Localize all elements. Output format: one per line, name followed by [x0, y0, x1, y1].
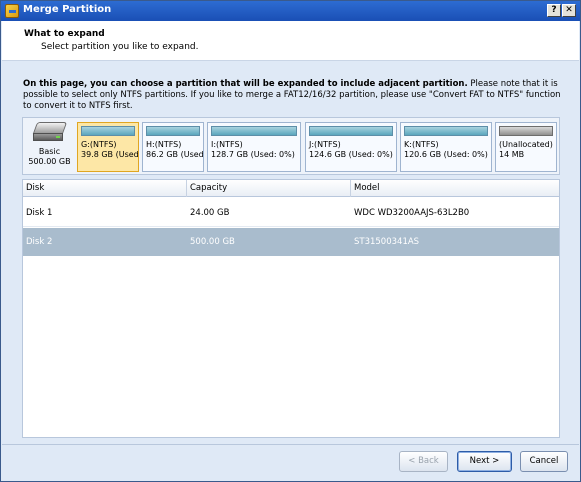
table-header: Disk Capacity Model — [23, 180, 559, 197]
hard-disk-icon — [32, 122, 67, 144]
partition-usage-bar — [81, 126, 135, 136]
next-button[interactable]: Next > — [457, 451, 512, 472]
partition-info: 128.7 GB (Used: 0%) — [211, 150, 295, 159]
partition-info: 39.8 GB (Used — [81, 150, 139, 159]
model-cell: WDC WD3200AAJS-63L2B0 — [354, 208, 470, 218]
partition-usage-bar — [309, 126, 393, 136]
disk-type-label: Basic — [38, 147, 61, 156]
disk-map: Basic 500.00 GB G:(NTFS) 39.8 GB (Used H… — [22, 117, 560, 175]
help-button[interactable]: ? — [547, 4, 561, 17]
merge-partition-window: Merge Partition ? ✕ What to expand Selec… — [0, 0, 581, 482]
column-header-model[interactable]: Model — [351, 180, 559, 197]
disk-basic[interactable]: Basic 500.00 GB — [26, 122, 73, 172]
description-bold: On this page, you can choose a partition… — [23, 79, 468, 89]
partition-unallocated[interactable]: (Unallocated) 14 MB — [495, 122, 557, 172]
column-header-disk[interactable]: Disk — [23, 180, 187, 197]
back-button[interactable]: < Back — [399, 451, 448, 472]
model-cell: ST31500341AS — [354, 237, 420, 247]
cancel-button[interactable]: Cancel — [520, 451, 568, 472]
table-row[interactable]: Disk 1 24.00 GB WDC WD3200AAJS-63L2B0 — [23, 199, 559, 227]
partition-name: G:(NTFS) — [81, 140, 117, 149]
partition-usage-bar — [404, 126, 488, 136]
footer-divider — [2, 444, 579, 445]
partition-g[interactable]: G:(NTFS) 39.8 GB (Used — [77, 122, 139, 172]
close-button[interactable]: ✕ — [562, 4, 576, 17]
partition-name: K:(NTFS) — [404, 140, 439, 149]
page-title: What to expand — [24, 29, 105, 39]
capacity-cell: 500.00 GB — [190, 237, 235, 247]
app-icon — [5, 4, 19, 18]
description-text: On this page, you can choose a partition… — [23, 79, 563, 112]
title-bar[interactable]: Merge Partition ? ✕ — [1, 1, 580, 21]
wizard-header: What to expand Select partition you like… — [2, 21, 579, 61]
partition-name: H:(NTFS) — [146, 140, 182, 149]
column-header-capacity[interactable]: Capacity — [187, 180, 351, 197]
partition-name: (Unallocated) — [499, 140, 553, 149]
partition-info: 14 MB — [499, 150, 525, 159]
partition-usage-bar — [211, 126, 297, 136]
partition-j[interactable]: J:(NTFS) 124.6 GB (Used: 0%) — [305, 122, 397, 172]
capacity-cell: 24.00 GB — [190, 208, 230, 218]
disk-cell: Disk 2 — [26, 237, 53, 247]
partition-name: I:(NTFS) — [211, 140, 243, 149]
partition-k[interactable]: K:(NTFS) 120.6 GB (Used: 0%) — [400, 122, 492, 172]
partition-i[interactable]: I:(NTFS) 128.7 GB (Used: 0%) — [207, 122, 301, 172]
window-title: Merge Partition — [23, 4, 112, 15]
table-row-selected[interactable]: Disk 2 500.00 GB ST31500341AS — [23, 228, 559, 256]
partition-name: J:(NTFS) — [309, 140, 341, 149]
partition-info: 124.6 GB (Used: 0%) — [309, 150, 393, 159]
disk-size-label: 500.00 GB — [28, 157, 71, 166]
partition-info: 120.6 GB (Used: 0%) — [404, 150, 488, 159]
partition-usage-bar — [499, 126, 553, 136]
disk-table: Disk Capacity Model Disk 1 24.00 GB WDC … — [22, 179, 560, 438]
page-subtitle: Select partition you like to expand. — [41, 42, 199, 52]
partition-usage-bar — [146, 126, 200, 136]
disk-cell: Disk 1 — [26, 208, 53, 218]
partition-info: 86.2 GB (Used — [146, 150, 204, 159]
partition-h[interactable]: H:(NTFS) 86.2 GB (Used — [142, 122, 204, 172]
